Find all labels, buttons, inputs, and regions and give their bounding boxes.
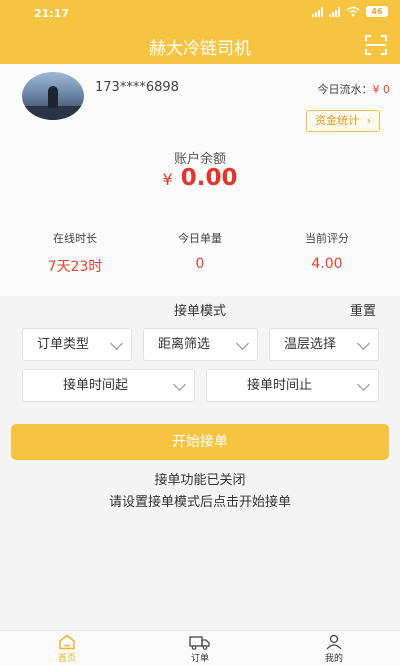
chevron-down-icon	[236, 337, 249, 350]
balance-amount: 0.00	[180, 165, 238, 191]
order-hint-text: 请设置接单模式后点击开始接单	[108, 495, 291, 510]
metric-value: 0	[195, 256, 205, 272]
balance-value: ¥0.00	[0, 165, 400, 191]
chevron-down-icon	[110, 337, 123, 350]
chevron-down-icon	[173, 378, 186, 391]
avatar[interactable]	[22, 72, 84, 120]
order-mode-section: 接单模式 重置 订单类型 距离筛选 温层选择 接单时间起 接单时间止	[0, 296, 400, 416]
chevron-down-icon	[357, 378, 370, 391]
distance-filter-select[interactable]: 距离筛选	[143, 328, 258, 361]
metric-label: 当前评分	[305, 232, 349, 245]
order-status-text: 接单功能已关闭	[154, 473, 246, 488]
metric-today-orders: 今日单量 0	[135, 230, 265, 272]
chevron-down-icon	[357, 337, 370, 350]
select-label: 接单时间起	[63, 378, 129, 393]
wifi-icon	[346, 6, 360, 17]
balance-currency: ¥	[162, 170, 173, 189]
tab-home[interactable]: 首页	[37, 634, 97, 664]
select-label: 订单类型	[37, 337, 90, 352]
order-type-select[interactable]: 订单类型	[22, 328, 132, 361]
bottom-tab-bar: 首页 订单 我的	[0, 630, 400, 666]
metric-value: 4.00	[311, 256, 343, 272]
phone-number: 173****6898	[95, 80, 179, 95]
tab-label: 首页	[57, 654, 76, 664]
home-icon	[59, 634, 75, 650]
tab-label: 我的	[324, 654, 343, 664]
status-time: 21:17	[34, 7, 70, 20]
metric-label: 今日单量	[178, 232, 222, 245]
profile-card: 173****6898 今日流水：¥ 0 资金统计 › 账户余额 ¥0.00 在…	[0, 64, 400, 296]
today-flow: 今日流水：¥ 0	[318, 81, 391, 97]
funds-stats-label: 资金统计	[315, 114, 360, 127]
tab-me[interactable]: 我的	[304, 634, 364, 664]
metric-value: 7天23时	[47, 259, 103, 275]
metric-rating: 当前评分 4.00	[262, 230, 392, 272]
scan-icon[interactable]	[364, 33, 388, 57]
signal-icon	[312, 6, 323, 17]
today-flow-value: ¥ 0	[372, 83, 391, 96]
tab-orders[interactable]: 订单	[170, 634, 230, 664]
select-label: 温层选择	[284, 337, 337, 352]
truck-icon	[189, 636, 210, 650]
select-label: 接单时间止	[247, 378, 313, 393]
metric-label: 在线时长	[53, 232, 97, 245]
start-orders-button[interactable]: 开始接单	[11, 424, 389, 460]
tab-label: 订单	[190, 654, 209, 664]
status-bar: 21:17 46	[0, 0, 400, 26]
temperature-select[interactable]: 温层选择	[269, 328, 379, 361]
app-title: 赫大冷链司机	[149, 39, 251, 59]
funds-stats-button[interactable]: 资金统计 ›	[306, 110, 380, 132]
order-mode-title: 接单模式	[173, 304, 226, 319]
user-icon	[326, 634, 342, 650]
select-label: 距离筛选	[158, 337, 211, 352]
metric-online-time: 在线时长 7天23时	[10, 230, 140, 276]
end-time-select[interactable]: 接单时间止	[206, 369, 379, 402]
chevron-right-icon: ›	[366, 114, 371, 127]
battery-icon: 46	[366, 6, 388, 17]
today-flow-label: 今日流水：	[317, 83, 373, 96]
nav-bar: 赫大冷链司机	[0, 26, 400, 64]
reset-button[interactable]: 重置	[350, 300, 376, 319]
signal-icon-2	[329, 6, 340, 17]
start-time-select[interactable]: 接单时间起	[22, 369, 195, 402]
